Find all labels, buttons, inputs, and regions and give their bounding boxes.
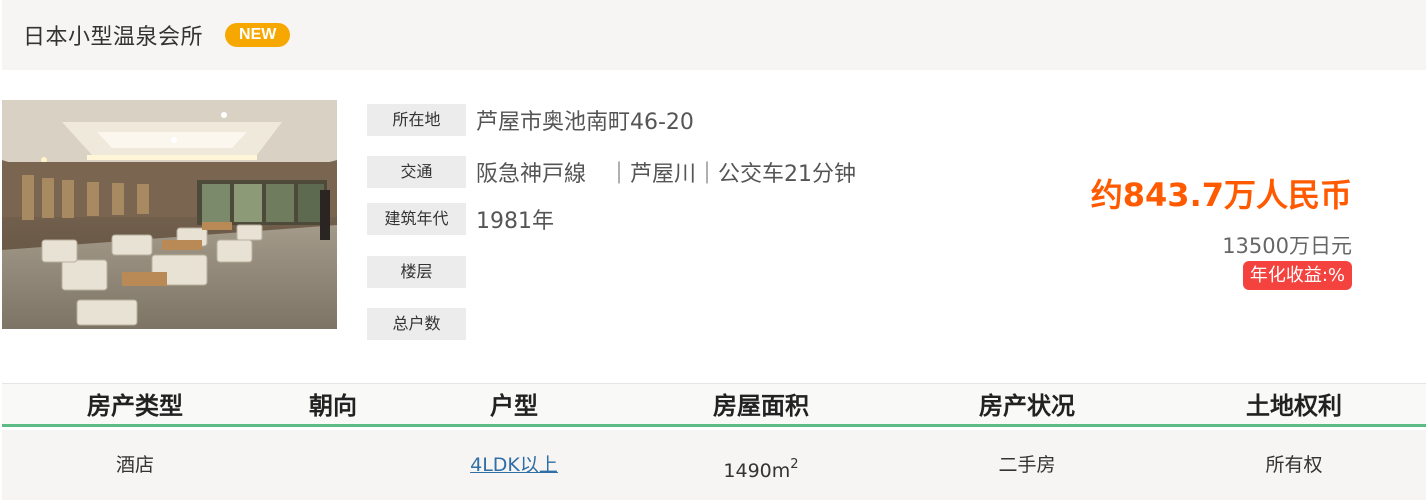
location-label: 所在地 [367,104,466,136]
area-value: 1490m [723,460,791,482]
cell-area: 1490m2 [723,430,798,500]
price-jpy: 13500万日元 [1222,234,1352,258]
built-label: 建筑年代 [367,203,466,235]
info-row-transport: 交通 阪急神戸線 ｜芦屋川｜公交车21分钟 [367,156,856,188]
lounge-photo-illustration [2,100,337,329]
units-label: 总户数 [367,308,466,340]
cell-rights: 所有权 [1265,454,1323,476]
yield-badge: 年化收益:% [1242,261,1352,290]
location-value: 芦屋市奥池南町46-20 [476,110,694,135]
price-rmb: 约843.7万人民币 [1090,176,1352,214]
header-layout: 户型 [490,392,538,420]
info-row-floor: 楼层 [367,256,476,288]
transport-value: 阪急神戸線 ｜芦屋川｜公交车21分钟 [476,162,856,187]
property-table-header: 房产类型 朝向 户型 房屋面积 房产状况 土地权利 [2,383,1426,427]
listing-title: 日本小型温泉会所 [23,25,204,50]
listing-header: 日本小型温泉会所 NEW [2,0,1426,70]
header-orientation: 朝向 [309,392,357,420]
header-condition: 房产状况 [979,392,1075,420]
cell-condition: 二手房 [998,454,1056,476]
new-badge: NEW [225,23,291,47]
cell-type: 酒店 [115,454,155,476]
property-table-row: 酒店 4LDK以上 1490m2 二手房 所有权 [2,430,1426,500]
header-rights: 土地权利 [1246,392,1342,420]
property-photo[interactable] [2,100,337,329]
header-area: 房屋面积 [713,392,809,420]
floor-label: 楼层 [367,256,466,288]
header-type: 房产类型 [87,392,183,420]
info-row-units: 总户数 [367,308,476,340]
layout-link[interactable]: 4LDK以上 [470,430,558,500]
built-value: 1981年 [476,209,554,234]
transport-label: 交通 [367,156,466,188]
info-row-built: 建筑年代 1981年 [367,203,554,235]
area-unit-superscript: 2 [790,457,799,472]
info-row-location: 所在地 芦屋市奥池南町46-20 [367,104,694,136]
